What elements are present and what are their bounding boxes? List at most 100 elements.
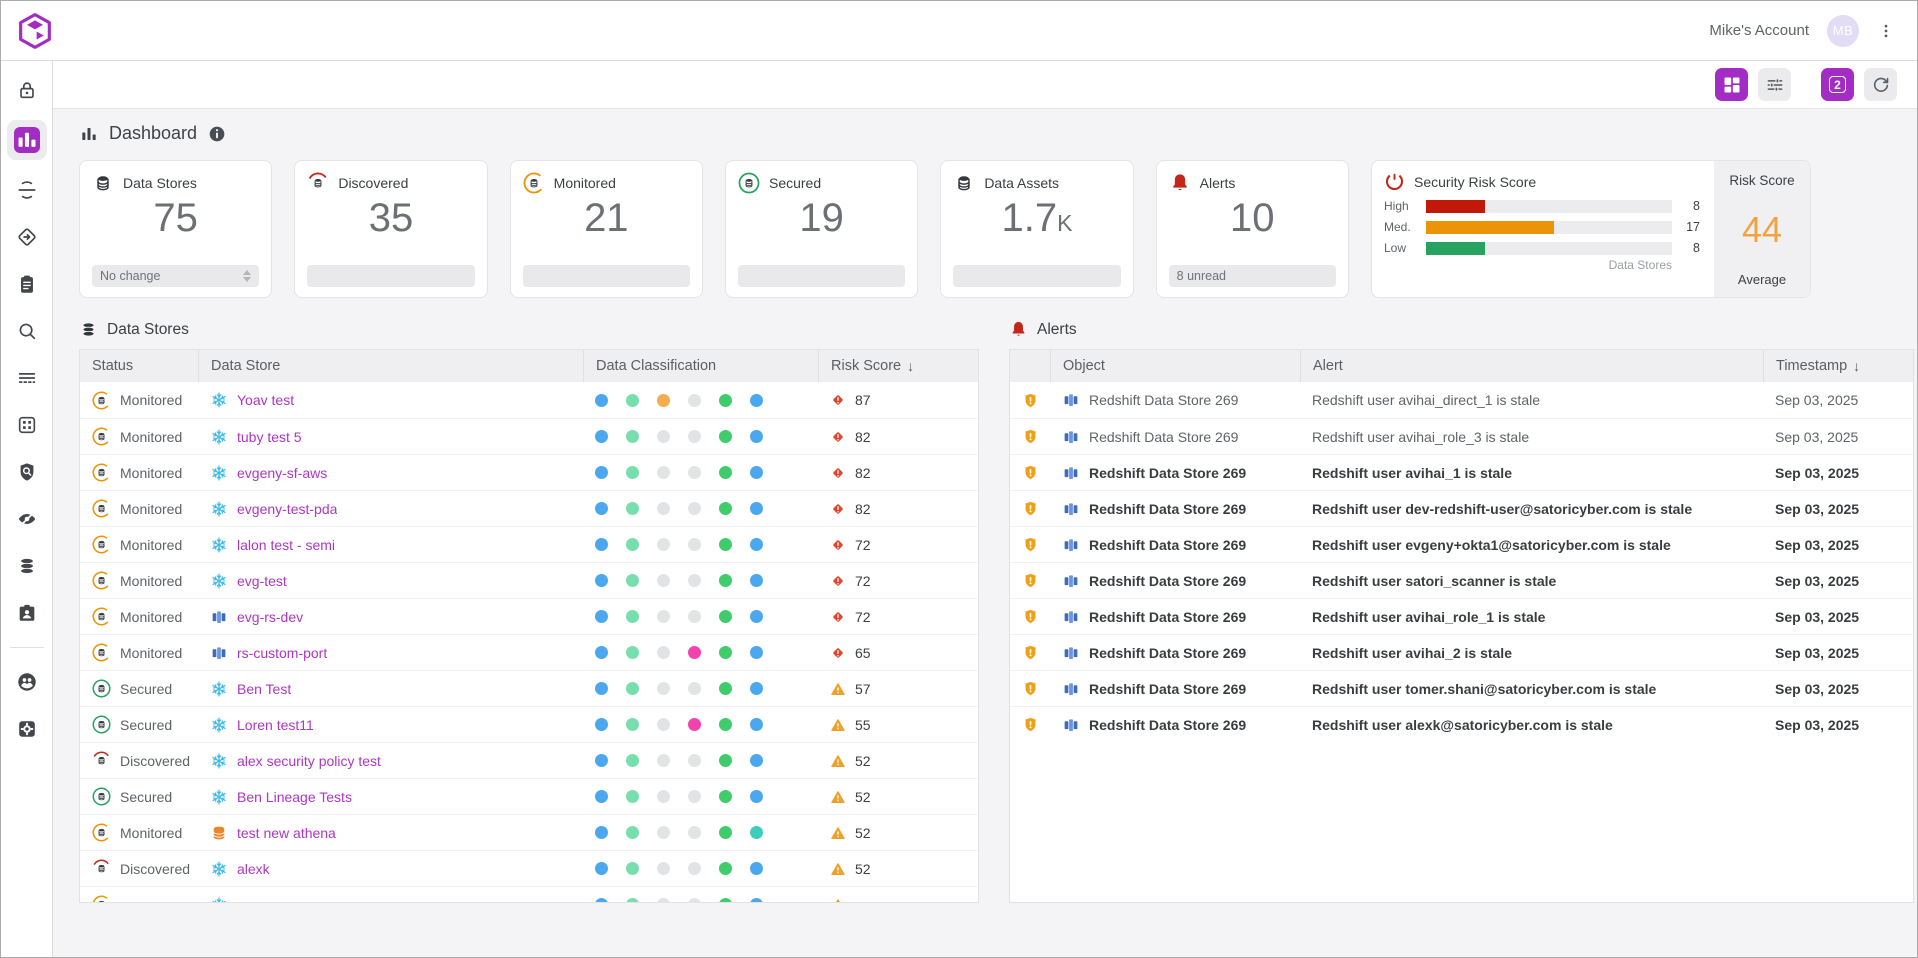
alert-object-name[interactable]: Redshift Data Store 269 [1089, 681, 1246, 697]
sidebar-item-audit[interactable] [7, 267, 47, 301]
data-store-row[interactable]: Monitored [80, 526, 978, 562]
stat-card-footer[interactable]: No change [92, 265, 259, 287]
data-store-link[interactable]: evgeny-sf-aws [237, 465, 327, 481]
severity-shield-icon [1022, 572, 1039, 589]
data-store-link[interactable]: Ben Test [237, 681, 291, 697]
panels-count-button[interactable]: 2 [1821, 68, 1854, 101]
stat-card-footer[interactable] [523, 265, 690, 287]
data-store-link[interactable]: evg-test [237, 573, 287, 589]
sidebar-item-identities[interactable] [7, 596, 47, 630]
satori-logo-icon[interactable] [15, 11, 55, 51]
alert-row[interactable]: Redshift Data Store 269 Redshift user av… [1010, 454, 1913, 490]
data-store-row[interactable]: Monitored [80, 598, 978, 634]
col-header-timestamp[interactable]: Timestamp↓ [1763, 350, 1913, 382]
alert-object-name[interactable]: Redshift Data Store 269 [1089, 645, 1246, 661]
data-store-row[interactable]: Monitored [80, 418, 978, 454]
alert-object-name[interactable]: Redshift Data Store 269 [1089, 717, 1246, 733]
stat-card-footer[interactable]: 8 unread [1169, 265, 1336, 287]
alert-row[interactable]: Redshift Data Store 269 Redshift user to… [1010, 670, 1913, 706]
sidebar-item-security-posture[interactable] [7, 455, 47, 489]
stat-card-footer[interactable] [307, 265, 474, 287]
redshift-icon [1062, 644, 1080, 662]
alert-object-name[interactable]: Redshift Data Store 269 [1089, 609, 1246, 625]
data-store-link[interactable]: lalon test - semi [237, 537, 335, 553]
data-store-row[interactable]: Secured [80, 670, 978, 706]
col-header-risk-score[interactable]: Risk Score↓ [818, 350, 978, 382]
data-store-link[interactable]: tuby test 5 [237, 429, 302, 445]
col-header-status[interactable]: Status [80, 350, 198, 382]
alert-row[interactable]: Redshift Data Store 269 Redshift user sa… [1010, 562, 1913, 598]
data-store-type-icon [210, 608, 228, 626]
security-risk-score-panel[interactable]: Security Risk Score High 8 [1371, 160, 1811, 298]
snowflake-icon [210, 536, 228, 554]
alert-row[interactable]: Redshift Data Store 269 Redshift user ev… [1010, 526, 1913, 562]
data-store-row[interactable]: Monitored [80, 634, 978, 670]
info-icon[interactable] [207, 124, 227, 144]
refresh-button[interactable] [1864, 68, 1897, 101]
col-header-data-store[interactable]: Data Store [198, 350, 583, 382]
data-store-type-icon [210, 716, 228, 734]
alert-object-name[interactable]: Redshift Data Store 269 [1089, 465, 1246, 481]
data-store-row[interactable]: Monitored [80, 382, 978, 418]
data-store-row[interactable]: Monitored [80, 562, 978, 598]
data-store-link[interactable]: Yoav test [237, 392, 294, 408]
filters-button[interactable] [1758, 68, 1791, 101]
alert-object-name[interactable]: Redshift Data Store 269 [1089, 537, 1246, 553]
sidebar-item-dashboard[interactable] [7, 120, 47, 160]
data-store-row[interactable]: Discovered [80, 850, 978, 886]
sidebar-item-lock[interactable] [7, 73, 47, 107]
kebab-menu-icon[interactable] [1873, 15, 1899, 47]
sidebar-item-masking[interactable] [7, 502, 47, 536]
data-store-link[interactable]: Loren test11 [237, 717, 314, 733]
data-store-link[interactable]: test new athena [237, 825, 336, 841]
data-store-row[interactable]: Secured [80, 706, 978, 742]
data-store-row[interactable] [80, 886, 978, 903]
stat-card[interactable]: Monitored 21 [510, 160, 703, 298]
account-name[interactable]: Mike's Account [1709, 22, 1809, 39]
alert-object-name[interactable]: Redshift Data Store 269 [1089, 429, 1238, 445]
alert-row[interactable]: Redshift Data Store 269 Redshift user av… [1010, 598, 1913, 634]
user-avatar[interactable]: MB [1827, 15, 1859, 47]
col-header-data-classification[interactable]: Data Classification [583, 350, 818, 382]
stat-card[interactable]: Discovered 35 [294, 160, 487, 298]
stat-card[interactable]: Data Stores 75 No change [79, 160, 272, 298]
alert-row[interactable]: Redshift Data Store 269 Redshift user av… [1010, 418, 1913, 454]
alert-row[interactable]: Redshift Data Store 269 Redshift user al… [1010, 706, 1913, 742]
sidebar-item-data-stores[interactable] [7, 549, 47, 583]
stat-card[interactable]: Data Assets 1.7K [940, 160, 1133, 298]
classification-dots [583, 718, 818, 731]
data-store-type-icon [210, 680, 228, 698]
data-store-link[interactable]: evgeny-test-pda [237, 501, 337, 517]
data-store-row[interactable]: Monitored [80, 454, 978, 490]
sidebar-item-apps[interactable] [7, 408, 47, 442]
alert-object-name[interactable]: Redshift Data Store 269 [1089, 573, 1246, 589]
alert-object-name[interactable]: Redshift Data Store 269 [1089, 392, 1238, 408]
sidebar-item-data-flows[interactable] [7, 361, 47, 395]
sidebar-item-settings[interactable] [7, 712, 47, 746]
data-store-link[interactable]: alex security policy test [237, 753, 381, 769]
sidebar-item-policies[interactable] [7, 220, 47, 254]
alert-row[interactable]: Redshift Data Store 269 Redshift user de… [1010, 490, 1913, 526]
data-store-link[interactable]: Ben Lineage Tests [237, 789, 352, 805]
alert-row[interactable]: Redshift Data Store 269 Redshift user av… [1010, 634, 1913, 670]
classification-dot [688, 466, 701, 479]
data-store-row[interactable]: Secured [80, 778, 978, 814]
stat-card[interactable]: Alerts 10 8 unread [1156, 160, 1349, 298]
stat-card-footer[interactable] [953, 265, 1120, 287]
layout-button[interactable] [1715, 68, 1748, 101]
sidebar-item-scan[interactable] [7, 173, 47, 207]
sidebar-item-search[interactable] [7, 314, 47, 348]
col-header-object[interactable]: Object [1050, 350, 1300, 382]
data-store-row[interactable]: Monitored [80, 814, 978, 850]
alert-row[interactable]: Redshift Data Store 269 Redshift user av… [1010, 382, 1913, 418]
alert-object-name[interactable]: Redshift Data Store 269 [1089, 501, 1246, 517]
stat-card[interactable]: Secured 19 [725, 160, 918, 298]
data-store-link[interactable]: evg-rs-dev [237, 609, 303, 625]
sidebar-item-community[interactable] [7, 665, 47, 699]
data-store-link[interactable]: rs-custom-port [237, 645, 327, 661]
data-store-row[interactable]: Discovered [80, 742, 978, 778]
data-store-row[interactable]: Monitored [80, 490, 978, 526]
data-store-link[interactable]: alexk [237, 861, 270, 877]
stat-card-footer[interactable] [738, 265, 905, 287]
col-header-alert[interactable]: Alert [1300, 350, 1763, 382]
